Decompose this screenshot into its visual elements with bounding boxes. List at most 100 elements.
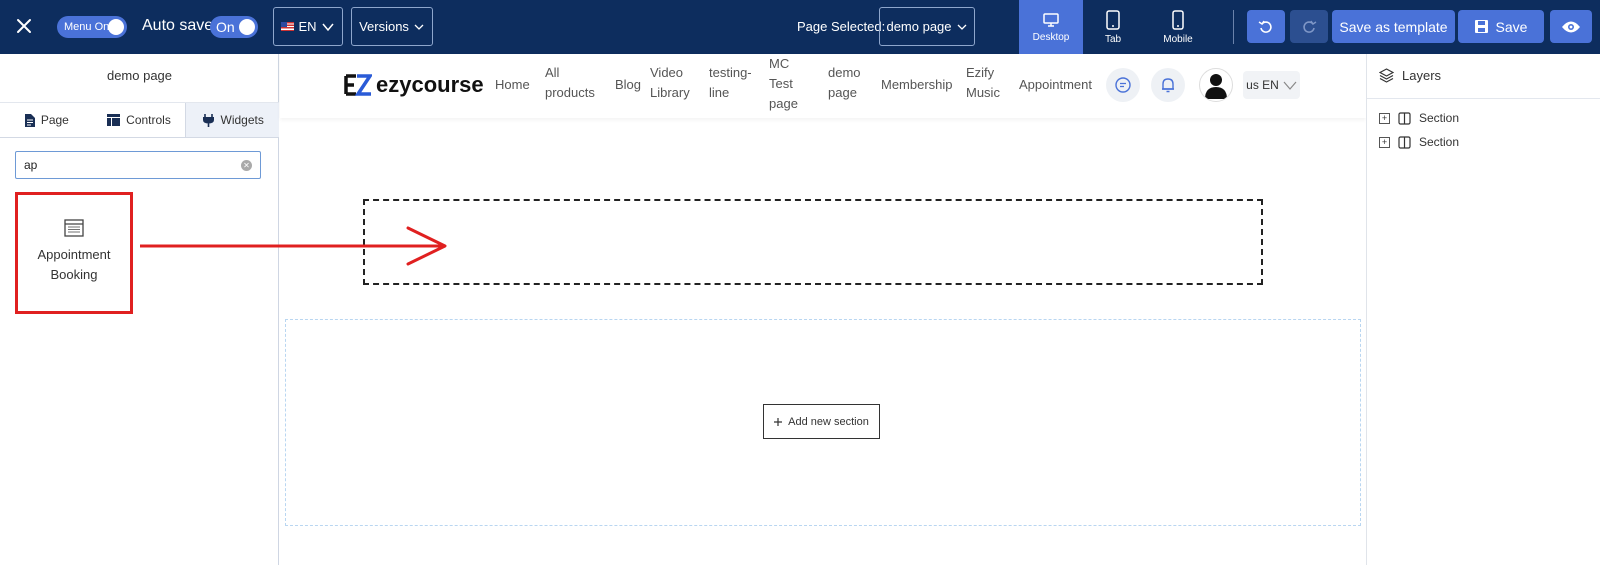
device-label: Desktop	[1032, 31, 1070, 43]
nav-mc-test-page[interactable]: MC Test page	[769, 54, 805, 114]
divider	[1367, 98, 1600, 99]
page-selected-value: demo page	[886, 19, 952, 34]
add-section-label: Add new section	[788, 415, 869, 428]
add-new-section-button[interactable]: Add new section	[763, 404, 880, 439]
language-label: EN	[298, 19, 317, 34]
widget-appointment-booking[interactable]: Appointment Booking	[15, 192, 133, 314]
chevron-down-icon	[1283, 81, 1297, 90]
menu-toggle[interactable]: Menu On	[57, 16, 127, 38]
floppy-disk-icon	[1474, 20, 1488, 33]
redo-button[interactable]	[1290, 10, 1328, 43]
chat-button[interactable]	[1106, 68, 1140, 102]
close-icon	[17, 19, 31, 33]
user-avatar[interactable]	[1199, 68, 1233, 102]
chevron-down-icon	[957, 24, 966, 30]
tab-label: Page	[40, 113, 69, 127]
section-icon	[1398, 135, 1411, 149]
editor-canvas: ezycourse Home All products Blog Video L…	[280, 54, 1366, 565]
toggle-knob	[108, 19, 124, 35]
layers-icon	[1379, 68, 1394, 83]
save-button[interactable]: Save	[1458, 10, 1544, 43]
chevron-down-icon	[414, 24, 424, 30]
menu-toggle-label: Menu On	[64, 21, 110, 33]
layers-panel: Layers + Section + Section	[1366, 54, 1600, 565]
calendar-icon	[64, 219, 84, 237]
top-toolbar: Menu On Auto save: On EN Versions Page S…	[0, 0, 1600, 54]
tab-label: Controls	[126, 113, 171, 127]
device-mobile-tab[interactable]: Mobile	[1146, 0, 1210, 54]
device-tab-tab[interactable]: Tab	[1081, 0, 1145, 54]
layer-label: Section	[1419, 135, 1460, 149]
device-desktop-tab[interactable]: Desktop	[1019, 0, 1083, 54]
site-language-label: us EN	[1246, 78, 1279, 92]
mobile-icon	[1172, 9, 1184, 30]
page-icon	[24, 113, 35, 127]
nav-ezify-music[interactable]: Ezify Music	[966, 63, 1004, 103]
site-header: ezycourse Home All products Blog Video L…	[280, 54, 1366, 118]
nav-membership[interactable]: Membership	[881, 75, 953, 95]
site-language-select[interactable]: us EN	[1243, 71, 1300, 99]
chevron-down-icon	[321, 23, 334, 31]
layers-header: Layers	[1379, 68, 1441, 83]
eye-icon	[1562, 21, 1580, 32]
layer-item[interactable]: + Section	[1379, 111, 1459, 125]
undo-button[interactable]	[1247, 10, 1285, 43]
panel-tabs: Page Controls Widgets	[0, 102, 280, 138]
versions-dropdown[interactable]: Versions	[351, 7, 433, 46]
controls-icon	[107, 114, 121, 126]
nav-demo-page[interactable]: demo page	[828, 63, 866, 103]
autosave-toggle[interactable]: On	[210, 16, 258, 38]
device-label: Mobile	[1163, 33, 1193, 45]
autosave-toggle-label: On	[216, 19, 235, 35]
site-logo[interactable]: ezycourse	[344, 72, 484, 98]
tab-label: Widgets	[220, 113, 264, 127]
toggle-knob	[239, 19, 255, 35]
expand-icon[interactable]: +	[1379, 112, 1390, 124]
tab-widgets[interactable]: Widgets	[185, 103, 280, 137]
layer-item[interactable]: + Section	[1379, 135, 1459, 149]
nav-video-library[interactable]: Video Library	[650, 63, 692, 103]
bell-icon	[1162, 78, 1174, 93]
versions-label: Versions	[359, 19, 409, 34]
autosave-label: Auto save:	[142, 17, 218, 34]
tablet-icon	[1106, 9, 1120, 30]
section-icon	[1398, 111, 1411, 125]
plug-icon	[202, 113, 214, 127]
desktop-icon	[1043, 12, 1059, 27]
widget-search-field[interactable]: ✕	[15, 151, 261, 179]
tab-page[interactable]: Page	[0, 103, 93, 137]
us-flag-icon	[281, 22, 295, 31]
ez-logo-icon	[344, 74, 372, 96]
panel-page-title: demo page	[106, 68, 173, 83]
save-label: Save	[1495, 18, 1528, 35]
undo-icon	[1258, 20, 1272, 33]
preview-button[interactable]	[1550, 10, 1592, 43]
device-label: Tab	[1104, 33, 1122, 45]
widget-label: Appointment Booking	[37, 247, 111, 282]
widget-search-input[interactable]	[24, 158, 224, 172]
redo-icon	[1303, 20, 1317, 33]
nav-blog[interactable]: Blog	[615, 75, 641, 95]
left-panel: demo page Page Controls Widgets ✕ Appoin…	[0, 54, 280, 565]
nav-home[interactable]: Home	[495, 75, 530, 95]
layer-label: Section	[1419, 111, 1460, 125]
nav-all-products[interactable]: All products	[545, 63, 600, 103]
expand-icon[interactable]: +	[1379, 136, 1390, 148]
save-as-template-button[interactable]: Save as template	[1332, 10, 1455, 43]
toolbar-divider	[1233, 10, 1234, 44]
nav-appointment[interactable]: Appointment	[1019, 75, 1092, 95]
close-button[interactable]	[12, 14, 36, 38]
tab-controls[interactable]: Controls	[93, 103, 186, 137]
widget-drop-zone[interactable]	[363, 199, 1263, 285]
notifications-button[interactable]	[1151, 68, 1185, 102]
layers-title: Layers	[1402, 68, 1442, 83]
clear-search-icon[interactable]: ✕	[241, 160, 252, 171]
chat-icon	[1115, 77, 1131, 93]
plus-icon	[774, 417, 783, 426]
logo-text: ezycourse	[376, 72, 484, 97]
page-selected-label: Page Selected:	[797, 19, 886, 34]
nav-testing-line[interactable]: testing-line	[709, 63, 754, 103]
user-icon	[1205, 74, 1227, 99]
language-select[interactable]: EN	[273, 7, 343, 46]
page-select-dropdown[interactable]: demo page	[879, 7, 975, 46]
